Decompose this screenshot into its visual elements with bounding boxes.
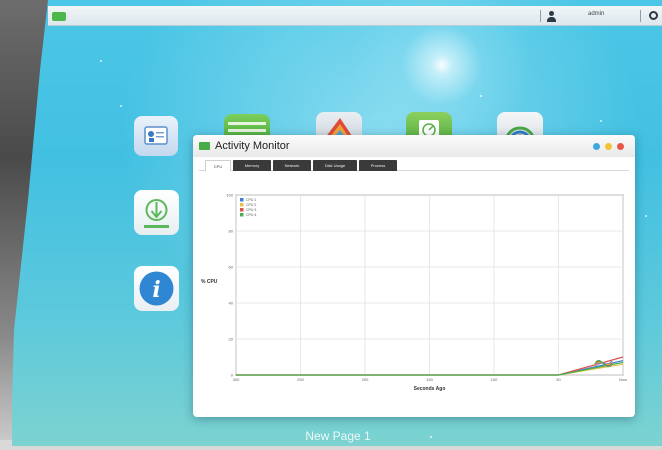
legend-entry: CPU 1 <box>246 198 256 202</box>
username-label[interactable]: admin <box>588 11 604 17</box>
legend-swatch <box>240 203 244 207</box>
window-title: Activity Monitor <box>215 140 290 152</box>
legend-entry: CPU 3 <box>246 208 256 212</box>
activity-monitor-app-icon <box>199 142 210 150</box>
minimize-button[interactable] <box>593 143 600 150</box>
separator <box>540 10 541 22</box>
tab-bar: CPU Memory Network Disk Usage Process <box>199 160 629 171</box>
x-tick-label: 300 <box>233 377 240 382</box>
y-tick-label: 100 <box>226 193 233 198</box>
y-tick-label: 20 <box>229 337 234 342</box>
close-button[interactable] <box>617 143 624 150</box>
x-tick-label: 150 <box>426 377 433 382</box>
legend-entry: CPU 2 <box>246 203 256 207</box>
info-center-icon[interactable]: i <box>134 266 179 311</box>
legend-swatch <box>240 213 244 217</box>
control-panel-icon[interactable] <box>134 116 178 156</box>
tab-network[interactable]: Network <box>273 160 311 171</box>
window-title-bar[interactable]: Activity Monitor <box>193 135 635 157</box>
desktop: admin i Activity Monitor CPU Memory Netw… <box>12 0 662 446</box>
y-tick-label: 40 <box>229 301 234 306</box>
cpu-usage-chart: 100806040200300 250 200 150 100 50 Now% CPUSec… <box>201 193 627 393</box>
legend-swatch <box>240 208 244 212</box>
user-icon[interactable] <box>546 11 556 22</box>
top-bar: admin <box>48 6 662 26</box>
legend-swatch <box>240 198 244 202</box>
x-axis-label: Seconds Ago <box>414 386 446 392</box>
sparkle-dot <box>645 215 647 217</box>
activity-monitor-window: Activity Monitor CPU Memory Network Disk… <box>193 135 635 417</box>
tab-disk-usage[interactable]: Disk Usage <box>313 160 357 171</box>
y-axis-label: % CPU <box>201 279 218 285</box>
tab-process[interactable]: Process <box>359 160 397 171</box>
y-tick-label: 80 <box>229 229 234 234</box>
sparkle-dot <box>480 95 482 97</box>
sparkle-dot <box>430 436 432 438</box>
x-tick-label: 250 <box>297 377 304 382</box>
x-tick-label: 200 <box>362 377 369 382</box>
x-tick-label: 100 <box>491 377 498 382</box>
sparkle-dot <box>600 120 602 122</box>
sparkle-dot <box>120 105 122 107</box>
search-icon[interactable] <box>649 11 658 20</box>
page-label[interactable]: New Page 1 <box>293 429 383 443</box>
maximize-button[interactable] <box>605 143 612 150</box>
show-desktop-icon[interactable] <box>52 12 66 21</box>
legend-entry: CPU 4 <box>246 213 256 217</box>
backup-station-icon[interactable] <box>134 190 179 235</box>
x-tick-label: Now <box>619 377 627 382</box>
x-tick-label: 50 <box>556 377 561 382</box>
separator <box>640 10 641 22</box>
sparkle-dot <box>100 60 102 62</box>
y-tick-label: 60 <box>229 265 234 270</box>
tab-cpu[interactable]: CPU <box>205 160 231 171</box>
tab-memory[interactable]: Memory <box>233 160 271 171</box>
svg-text:i: i <box>152 277 160 303</box>
